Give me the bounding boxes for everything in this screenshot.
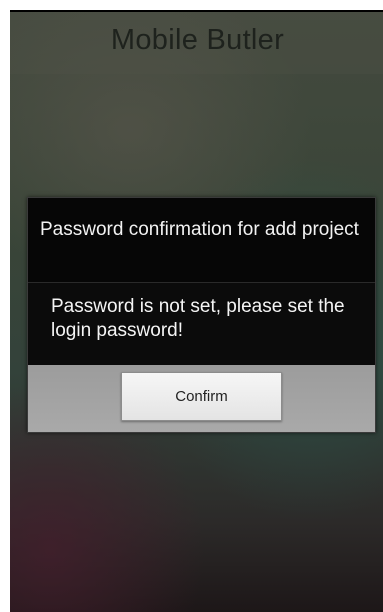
dialog-message: Password is not set, please set the logi… (51, 296, 345, 341)
dialog-title: Password confirmation for add project (40, 219, 359, 240)
app-title: Mobile Butler (110, 24, 285, 56)
password-dialog: Password confirmation for add project Pa… (27, 197, 376, 433)
app-screen: Mobile Butler Password confirmation for … (10, 10, 383, 612)
dialog-body: Password is not set, please set the logi… (28, 283, 375, 365)
dialog-footer: Confirm (28, 365, 375, 432)
device-frame: Mobile Butler Password confirmation for … (0, 0, 383, 612)
confirm-button[interactable]: Confirm (121, 372, 282, 421)
dialog-header: Password confirmation for add project (28, 198, 375, 283)
